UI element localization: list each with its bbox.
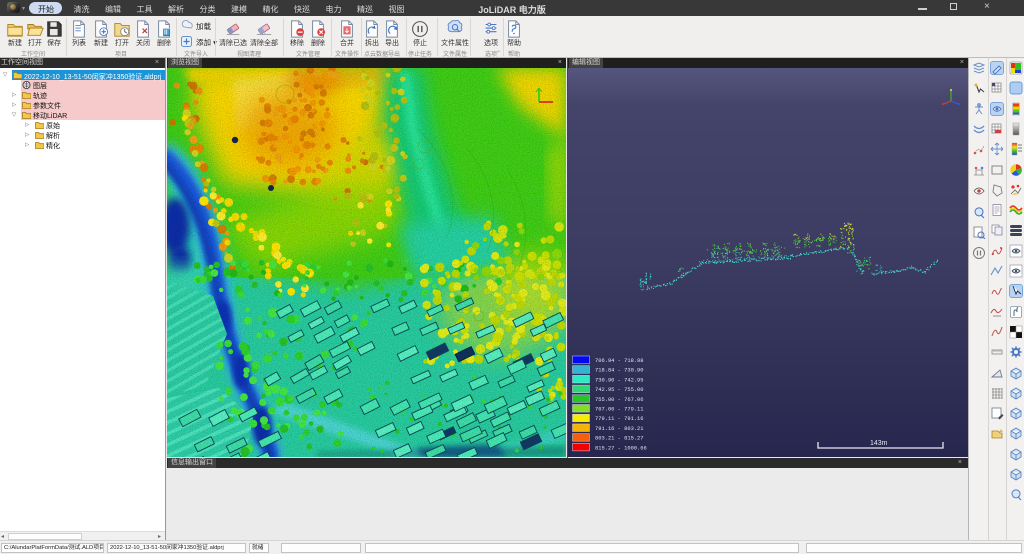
svg-text:803.21 - 815.27: 803.21 - 815.27 bbox=[595, 436, 644, 442]
svg-text:815.27 - 1000.66: 815.27 - 1000.66 bbox=[595, 445, 647, 451]
svg-text:767.06 - 779.11: 767.06 - 779.11 bbox=[595, 407, 644, 413]
svg-text:755.00 - 767.06: 755.00 - 767.06 bbox=[595, 397, 644, 403]
svg-text:143m: 143m bbox=[870, 440, 888, 447]
svg-text:730.90 - 742.95: 730.90 - 742.95 bbox=[595, 377, 644, 383]
svg-text:742.95 - 755.00: 742.95 - 755.00 bbox=[595, 387, 644, 393]
svg-text:706.94 - 718.98: 706.94 - 718.98 bbox=[595, 358, 644, 364]
svg-text:718.84 - 730.90: 718.84 - 730.90 bbox=[595, 368, 644, 374]
svg-text:779.11 - 791.16: 779.11 - 791.16 bbox=[595, 416, 644, 422]
svg-text:791.16 - 803.21: 791.16 - 803.21 bbox=[595, 426, 644, 432]
